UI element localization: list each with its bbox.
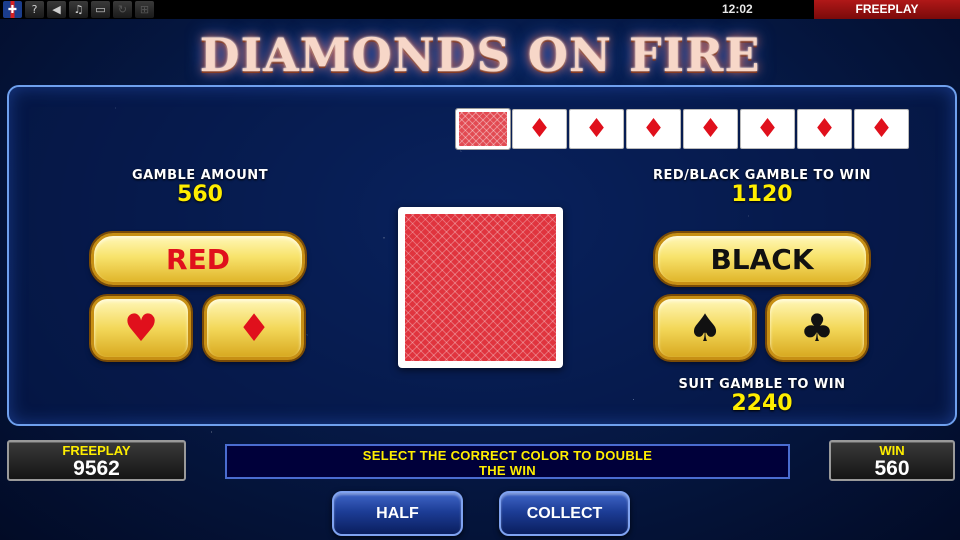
red-button[interactable]: RED [91,233,305,285]
message-line-2: THE WIN [479,463,536,478]
credit-value: 9562 [73,457,120,480]
instruction-message: SELECT THE CORRECT COLOR TO DOUBLE THE W… [225,444,790,479]
history-card-diamond: ♦ [569,109,624,149]
suit-gamble-win-label: SUIT GAMBLE TO WIN [678,377,846,392]
settings-icon: ⊞ [135,1,154,18]
diamond-icon: ♦ [236,306,272,350]
game-logo: DIAMONDS ON FIRE [199,28,761,82]
system-bar: ✚ ? ◀ ♫ ▭ ↻ ⊞ 12:02 FREEPLAY [0,0,960,19]
history-card-diamond: ♦ [854,109,909,149]
credit-label: FREEPLAY [62,443,131,458]
half-button[interactable]: HALF [332,491,463,536]
history-card-diamond: ♦ [626,109,681,149]
win-label: WIN [879,443,905,458]
refresh-icon: ↻ [113,1,132,18]
win-value: 560 [874,457,910,480]
heart-suit-button[interactable]: ♥ [91,296,191,360]
history-card-diamond: ♦ [512,109,567,149]
uk-flag-icon[interactable]: ✚ [3,1,22,18]
mode-label: FREEPLAY [814,0,960,19]
club-icon: ♣ [799,306,835,350]
club-suit-button[interactable]: ♣ [767,296,867,360]
black-button[interactable]: BLACK [655,233,869,285]
history-card-diamond: ♦ [683,109,738,149]
diamond-suit-button[interactable]: ♦ [204,296,304,360]
win-box: WIN 560 [829,440,955,481]
help-icon[interactable]: ? [25,1,44,18]
card-back-pattern [405,214,556,361]
collect-button[interactable]: COLLECT [499,491,630,536]
spade-icon: ♠ [687,306,723,350]
spade-suit-button[interactable]: ♠ [655,296,755,360]
heart-icon: ♥ [123,306,159,350]
gamble-card [398,207,563,368]
gamble-amount-value: 560 [177,182,223,207]
music-icon[interactable]: ♫ [69,1,88,18]
color-gamble-win-label: RED/BLACK GAMBLE TO WIN [652,168,872,183]
history-card-diamond: ♦ [740,109,795,149]
sound-icon[interactable]: ◀ [47,1,66,18]
card-history: ♦ ♦ ♦ ♦ ♦ ♦ ♦ [455,108,909,150]
credit-box: FREEPLAY 9562 [7,440,186,481]
suit-gamble-win-value: 2240 [731,391,793,416]
message-line-1: SELECT THE CORRECT COLOR TO DOUBLE [362,448,653,463]
history-card-diamond: ♦ [797,109,852,149]
clock: 12:02 [722,2,753,16]
fullscreen-icon[interactable]: ▭ [91,1,110,18]
history-card-back [455,108,511,150]
color-gamble-win-value: 1120 [731,182,793,207]
gamble-amount-label: GAMBLE AMOUNT [131,168,269,183]
